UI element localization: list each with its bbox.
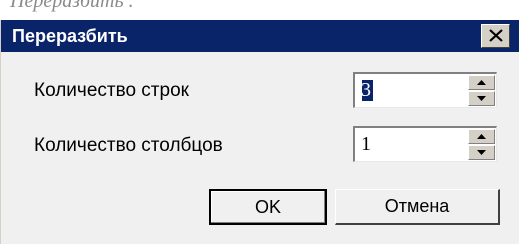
dialog-titlebar: Переразбить bbox=[1, 20, 519, 52]
columns-spin-buttons bbox=[468, 129, 495, 160]
columns-spin-down-button[interactable] bbox=[468, 145, 495, 160]
arrow-down-icon bbox=[477, 150, 486, 155]
document-caption: Переразбить . bbox=[10, 0, 134, 12]
page: Переразбить . Переразбить Количество стр… bbox=[0, 0, 519, 244]
columns-count-spinner[interactable] bbox=[353, 126, 497, 162]
close-icon bbox=[488, 29, 503, 42]
dialog-title: Переразбить bbox=[12, 26, 128, 46]
columns-count-input[interactable] bbox=[361, 128, 461, 161]
arrow-up-icon bbox=[477, 80, 486, 85]
rows-count-label: Количество строк bbox=[34, 80, 189, 101]
arrow-down-icon bbox=[477, 96, 486, 101]
columns-spin-up-button[interactable] bbox=[468, 129, 495, 144]
ok-button[interactable]: OK bbox=[209, 189, 327, 225]
cancel-button[interactable]: Отмена bbox=[335, 189, 500, 225]
rows-count-input[interactable] bbox=[361, 74, 461, 107]
arrow-up-icon bbox=[477, 134, 486, 139]
columns-count-label: Количество столбцов bbox=[34, 135, 223, 156]
rows-count-spinner[interactable] bbox=[353, 72, 497, 108]
close-button[interactable] bbox=[481, 24, 510, 48]
rows-spin-up-button[interactable] bbox=[468, 75, 495, 90]
split-cells-dialog: Переразбить Количество строк Количество … bbox=[0, 20, 519, 244]
rows-spin-down-button[interactable] bbox=[468, 91, 495, 106]
rows-spin-buttons bbox=[468, 75, 495, 106]
